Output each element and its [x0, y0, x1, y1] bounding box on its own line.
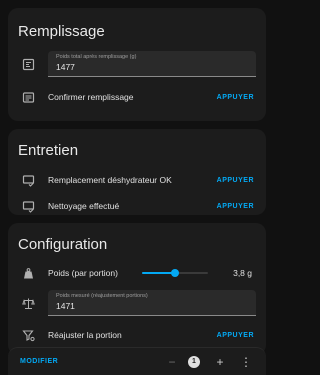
minus-button[interactable]: − [164, 355, 180, 369]
confirm-fill-row: Confirmer remplissage APPUYER [18, 84, 256, 110]
adjust-portion-button[interactable]: APPUYER [217, 332, 254, 339]
field-label: Poids total après remplissage (g) [56, 54, 137, 60]
portion-weight-control: 3,8 g [138, 266, 256, 280]
card-remplissage: Remplissage Poids total après remplissag… [8, 8, 266, 121]
more-options-icon[interactable]: ⋮ [238, 355, 254, 369]
scale-balance-icon [20, 295, 36, 311]
measured-weight-field[interactable]: Poids mesuré (réajustement portions) 147… [48, 290, 256, 316]
card-title: Remplissage [18, 23, 105, 40]
portion-weight-value: 3,8 g [233, 268, 252, 278]
counter-icon [20, 56, 36, 72]
dryer-replaced-button[interactable]: APPUYER [217, 177, 254, 184]
weight-icon [20, 265, 36, 281]
field-label: Poids mesuré (réajustement portions) [56, 293, 148, 299]
portion-weight-row: Poids (par portion) 3,8 g [18, 260, 256, 286]
card-title: Configuration [18, 236, 108, 253]
card-configuration: Configuration Poids (par portion) 3,8 g [8, 223, 266, 355]
entretien-item-label: Nettoyage effectué [48, 201, 120, 211]
edit-toolbar: MODIFIER − 1 + ⋮ [8, 347, 266, 375]
field-value[interactable]: 1471 [56, 301, 248, 311]
plus-button[interactable]: + [212, 355, 228, 369]
adjust-portion-label: Réajuster la portion [48, 330, 122, 340]
filter-cog-icon [20, 327, 36, 343]
weight-total-field[interactable]: Poids total après remplissage (g) 1477 [48, 51, 256, 77]
modify-button[interactable]: MODIFIER [20, 358, 164, 365]
weight-total-row: Poids total après remplissage (g) 1477 [18, 50, 256, 78]
confirm-fill-label: Confirmer remplissage [48, 92, 134, 102]
portion-weight-label: Poids (par portion) [48, 268, 118, 278]
card-title: Entretien [18, 142, 79, 159]
monitor-check-icon [20, 172, 36, 188]
entretien-item-label: Remplacement déshydrateur OK [48, 175, 172, 185]
form-icon [20, 89, 36, 105]
card-entretien: Entretien Remplacement déshydrateur OK A… [8, 129, 266, 215]
measured-weight-row: Poids mesuré (réajustement portions) 147… [18, 288, 256, 318]
portion-weight-slider[interactable] [142, 266, 208, 280]
field-value[interactable]: 1477 [56, 62, 248, 72]
cleaning-done-button[interactable]: APPUYER [217, 203, 254, 210]
confirm-fill-button[interactable]: APPUYER [217, 94, 254, 101]
monitor-check-icon [20, 198, 36, 214]
adjust-portion-row: Réajuster la portion APPUYER [18, 322, 256, 348]
dashboard: Remplissage Poids total après remplissag… [0, 0, 272, 375]
entretien-item: Remplacement déshydrateur OK APPUYER [18, 167, 256, 193]
slider-thumb[interactable] [171, 269, 179, 277]
count-badge: 1 [188, 355, 200, 368]
entretien-item: Nettoyage effectué APPUYER [18, 193, 256, 219]
